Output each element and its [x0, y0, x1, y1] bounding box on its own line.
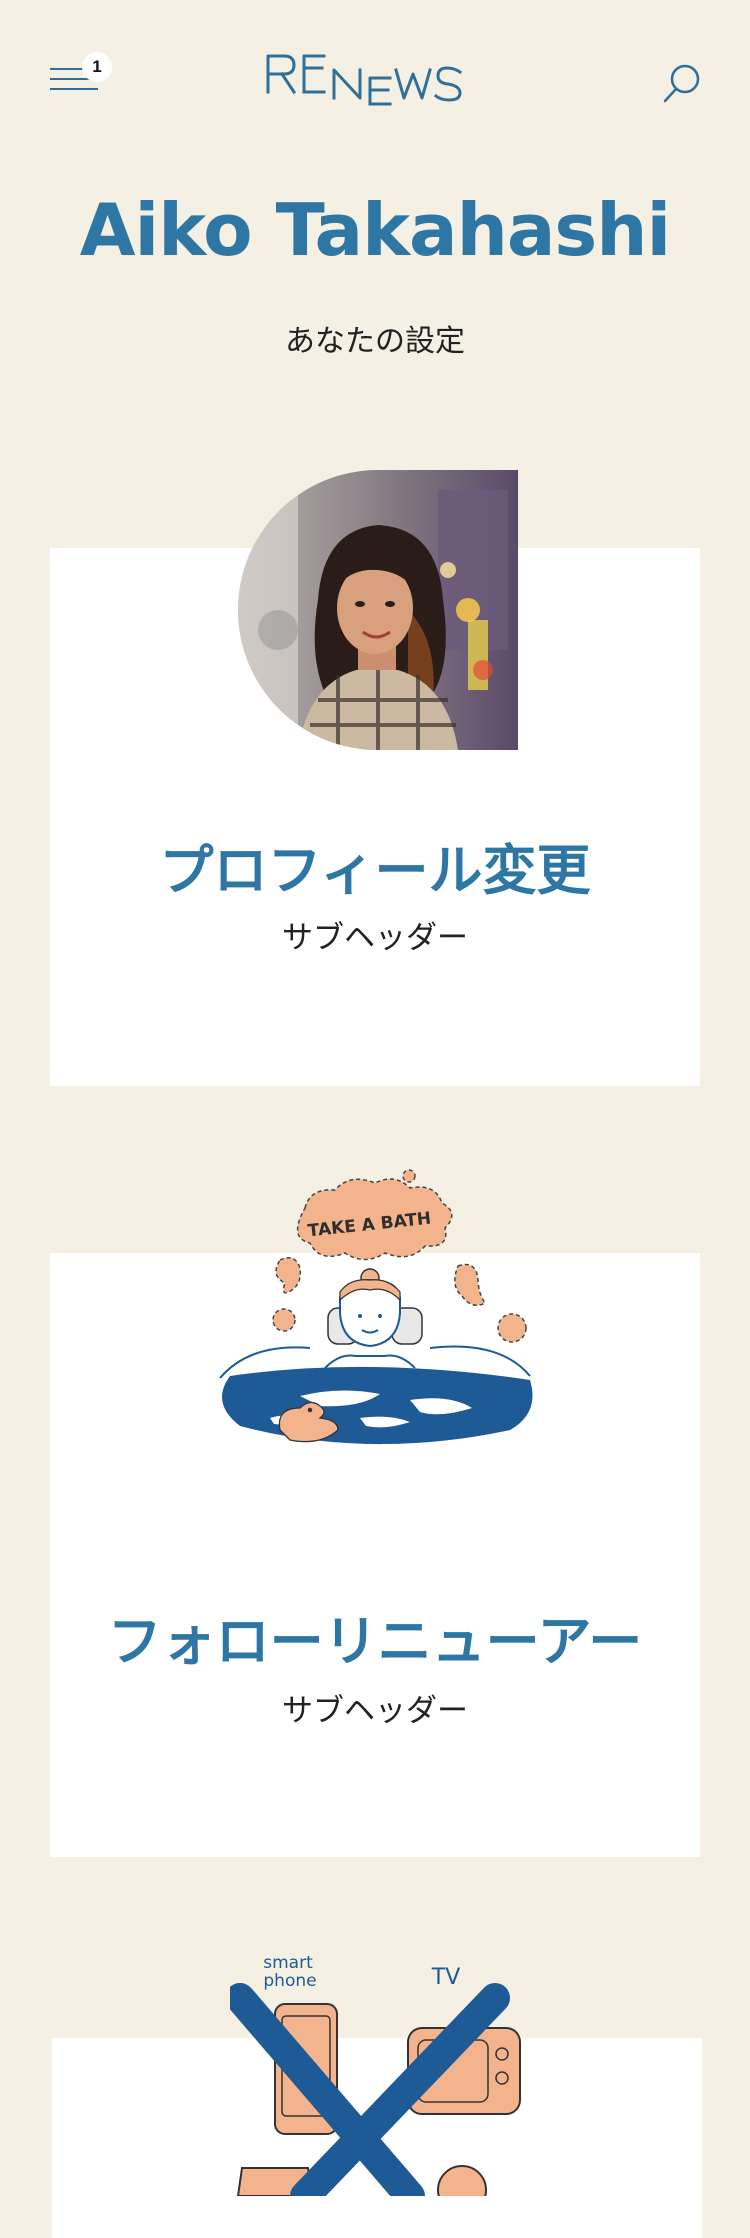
menu-icon-bar	[50, 88, 98, 90]
card-subheader: サブヘッダー	[282, 1693, 468, 1729]
card-subheader: サブヘッダー	[282, 920, 468, 956]
search-icon[interactable]	[662, 62, 702, 104]
user-name-heading: Aiko Takahashi	[79, 188, 671, 272]
tv-label: TV	[431, 1965, 461, 1990]
app-header: 1	[0, 0, 750, 160]
notification-badge: 1	[82, 52, 112, 82]
menu-icon	[50, 68, 84, 70]
take-a-bath-illustration: TAKE A BATH	[219, 1169, 533, 1445]
no-devices-illustration: smart phone TV	[230, 1953, 521, 2196]
renews-logo[interactable]	[264, 52, 484, 108]
smartphone-label-2: phone	[263, 1971, 316, 1991]
page-subtitle: あなたの設定	[285, 324, 465, 359]
smartphone-label: smart	[263, 1953, 313, 1973]
card-title: フォローリニューアー	[107, 1610, 643, 1673]
profile-photo	[238, 470, 518, 750]
card-title: プロフィール変更	[159, 839, 591, 902]
